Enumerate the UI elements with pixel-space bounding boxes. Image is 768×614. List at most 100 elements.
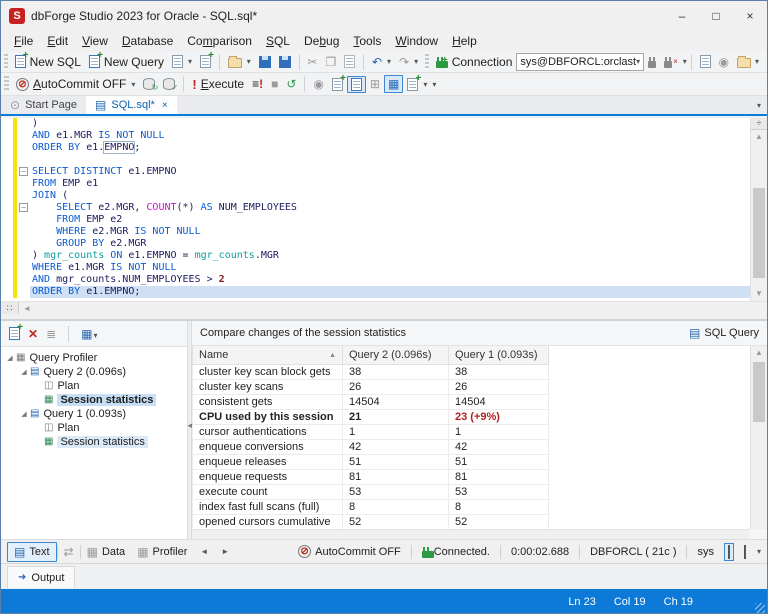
dropdown-icon[interactable]: ▾ [247, 57, 251, 66]
stats-row[interactable]: index fast full scans (full)88 [193, 499, 549, 514]
stats-row[interactable]: enqueue releases5151 [193, 454, 549, 469]
sql-query-button[interactable]: ▤ SQL Query [689, 326, 759, 340]
code-line[interactable]: ) [1, 118, 750, 130]
code-line[interactable] [1, 154, 750, 166]
code-line[interactable]: ORDER BY e1.EMPNO; [1, 142, 750, 154]
code-line[interactable]: ORDER BY e1.EMPNO; [1, 286, 750, 298]
scroll-up-icon[interactable]: ▲ [751, 346, 767, 360]
new-profiling-result-icon[interactable] [9, 327, 20, 340]
menu-sql[interactable]: SQL [259, 32, 297, 50]
fold-marker[interactable]: − [17, 166, 30, 178]
autocommit-button[interactable]: ⊘ AutoCommit OFF ▾ [12, 75, 139, 93]
stats-row[interactable]: opened cursors cumulative5252 [193, 514, 549, 529]
menu-comparison[interactable]: Comparison [180, 32, 259, 50]
chevron-down-icon[interactable]: ▾ [636, 57, 640, 66]
code-line[interactable]: JOIN ( [1, 190, 750, 202]
menu-window[interactable]: Window [388, 32, 445, 50]
menu-file[interactable]: File [7, 32, 40, 50]
redo-button[interactable]: ↷▾ [395, 53, 422, 71]
save-button[interactable] [255, 54, 275, 70]
open-security-manager-button[interactable] [733, 53, 755, 70]
dropdown-icon[interactable]: ▾ [414, 57, 418, 66]
clear-results-icon[interactable]: ≣ [46, 327, 56, 341]
view-text-button[interactable]: ▤ Text [7, 542, 57, 562]
tree-item-session-statistics[interactable]: ▦Session statistics [1, 435, 187, 449]
snapshot-camera-button[interactable]: ◉ [309, 75, 327, 93]
column-header-query2[interactable]: Query 2 (0.096s) [343, 346, 449, 364]
dropdown-icon[interactable]: ▾ [131, 80, 135, 89]
expand-icon[interactable]: ◢ [5, 354, 15, 362]
code-line[interactable]: GROUP BY e2.MGR [1, 238, 750, 250]
undo-button[interactable]: ↶▾ [368, 53, 395, 71]
stats-row[interactable]: cursor authentications11 [193, 424, 549, 439]
connect-button[interactable] [644, 54, 660, 70]
minimize-button[interactable]: – [665, 1, 699, 31]
code-line[interactable]: AND e1.MGR IS NOT NULL [1, 130, 750, 142]
close-button[interactable]: × [733, 1, 767, 31]
tree-item-query-profiler[interactable]: ◢▦Query Profiler [1, 351, 187, 365]
dropdown-icon[interactable]: ▾ [188, 57, 192, 66]
connection-combobox[interactable]: sys@DBFORCL:orclast ▾ [516, 53, 644, 71]
paste-button[interactable] [340, 53, 359, 70]
disconnect-button[interactable]: × [660, 54, 682, 70]
execute-button[interactable]: ! Execute [188, 75, 248, 94]
grid-horizontal-scrollbar[interactable] [192, 529, 750, 539]
stats-row[interactable]: enqueue requests8181 [193, 469, 549, 484]
stats-row[interactable]: cluster key scans2626 [193, 379, 549, 394]
save-all-button[interactable] [275, 54, 295, 70]
code-line[interactable]: ) mgr_counts ON e1.EMPNO = mgr_counts.MG… [1, 250, 750, 262]
new-query-button[interactable]: New Query [85, 53, 168, 71]
editor-vertical-scrollbar[interactable]: ÷ ▲ ▼ [750, 118, 767, 301]
grid-vertical-scrollbar[interactable]: ▲ [750, 346, 767, 529]
stats-row[interactable]: CPU used by this session2123 (+9%) [193, 409, 549, 424]
tree-item-plan[interactable]: ◫Plan [1, 379, 187, 393]
scroll-down-icon[interactable]: ▼ [751, 287, 767, 301]
new-connection-button[interactable] [432, 54, 448, 70]
editor-horizontal-scrollbar[interactable]: ∷ ◄ [1, 301, 767, 314]
cut-button[interactable]: ✂ [303, 53, 321, 71]
tab-close-icon[interactable]: × [162, 100, 168, 111]
menu-help[interactable]: Help [445, 32, 484, 50]
connection-status[interactable]: Connected. [418, 546, 494, 558]
next-view-button[interactable]: ► [214, 545, 235, 558]
history-button[interactable]: ↺ [282, 75, 300, 93]
dropdown-icon[interactable]: ▾ [423, 80, 427, 89]
execute-script-button[interactable]: ≡! [248, 75, 267, 93]
new-sql-button[interactable]: New SQL [11, 53, 85, 71]
toolbar-grip[interactable] [425, 54, 429, 70]
menu-view[interactable]: View [75, 32, 115, 50]
view-profiler-button[interactable]: ▦ Profiler [131, 543, 193, 561]
expand-icon[interactable]: ◢ [19, 410, 29, 418]
toolbar-overflow-icon[interactable]: ▾ [755, 57, 759, 66]
tab-output[interactable]: ➜ Output [7, 566, 75, 588]
menu-tools[interactable]: Tools [346, 32, 388, 50]
copy-button[interactable]: ❐ [321, 53, 340, 71]
menu-database[interactable]: Database [115, 32, 180, 50]
splitter-handle[interactable]: ∷ [1, 302, 19, 314]
scroll-thumb[interactable] [753, 362, 765, 422]
stats-row[interactable]: cluster key scan block gets3838 [193, 364, 549, 379]
splitter-handle[interactable]: ÷ [751, 118, 767, 130]
scroll-left-icon[interactable]: ◄ [19, 302, 35, 314]
sql-editor[interactable]: )AND e1.MGR IS NOT NULLORDER BY e1.EMPNO… [1, 118, 767, 301]
stats-row[interactable]: consistent gets1450414504 [193, 394, 549, 409]
stats-row[interactable]: enqueue conversions4242 [193, 439, 549, 454]
resize-grip[interactable] [755, 603, 765, 613]
delete-result-icon[interactable]: ✕ [28, 327, 38, 341]
new-snippet-button[interactable]: ▾ [403, 76, 431, 93]
menu-edit[interactable]: Edit [40, 32, 75, 50]
code-area[interactable]: )AND e1.MGR IS NOT NULLORDER BY e1.EMPNO… [1, 118, 750, 301]
layout-split-button[interactable] [740, 543, 750, 561]
database-name[interactable]: DBFORCL ( 21c ) [586, 546, 680, 558]
code-line[interactable]: − SELECT e2.MGR, COUNT(*) AS NUM_EMPLOYE… [1, 202, 750, 214]
code-line[interactable]: WHERE e2.MGR IS NOT NULL [1, 226, 750, 238]
tab-start-page[interactable]: ⊙ Start Page [1, 96, 86, 114]
tree-item-query-1-0-093s-[interactable]: ◢▤Query 1 (0.093s) [1, 407, 187, 421]
statistics-grid[interactable]: Name▲Query 2 (0.096s)Query 1 (0.093s)clu… [192, 346, 750, 529]
code-line[interactable]: AND mgr_counts.NUM_EMPLOYEES > 2 [1, 274, 750, 286]
new-document-button[interactable]: ▾ [168, 53, 196, 70]
layout-dropdown-icon[interactable]: ▾ [757, 547, 761, 556]
menu-debug[interactable]: Debug [297, 32, 346, 50]
toolbar-grip[interactable] [4, 54, 8, 70]
dropdown-icon[interactable]: ▾ [93, 331, 97, 340]
